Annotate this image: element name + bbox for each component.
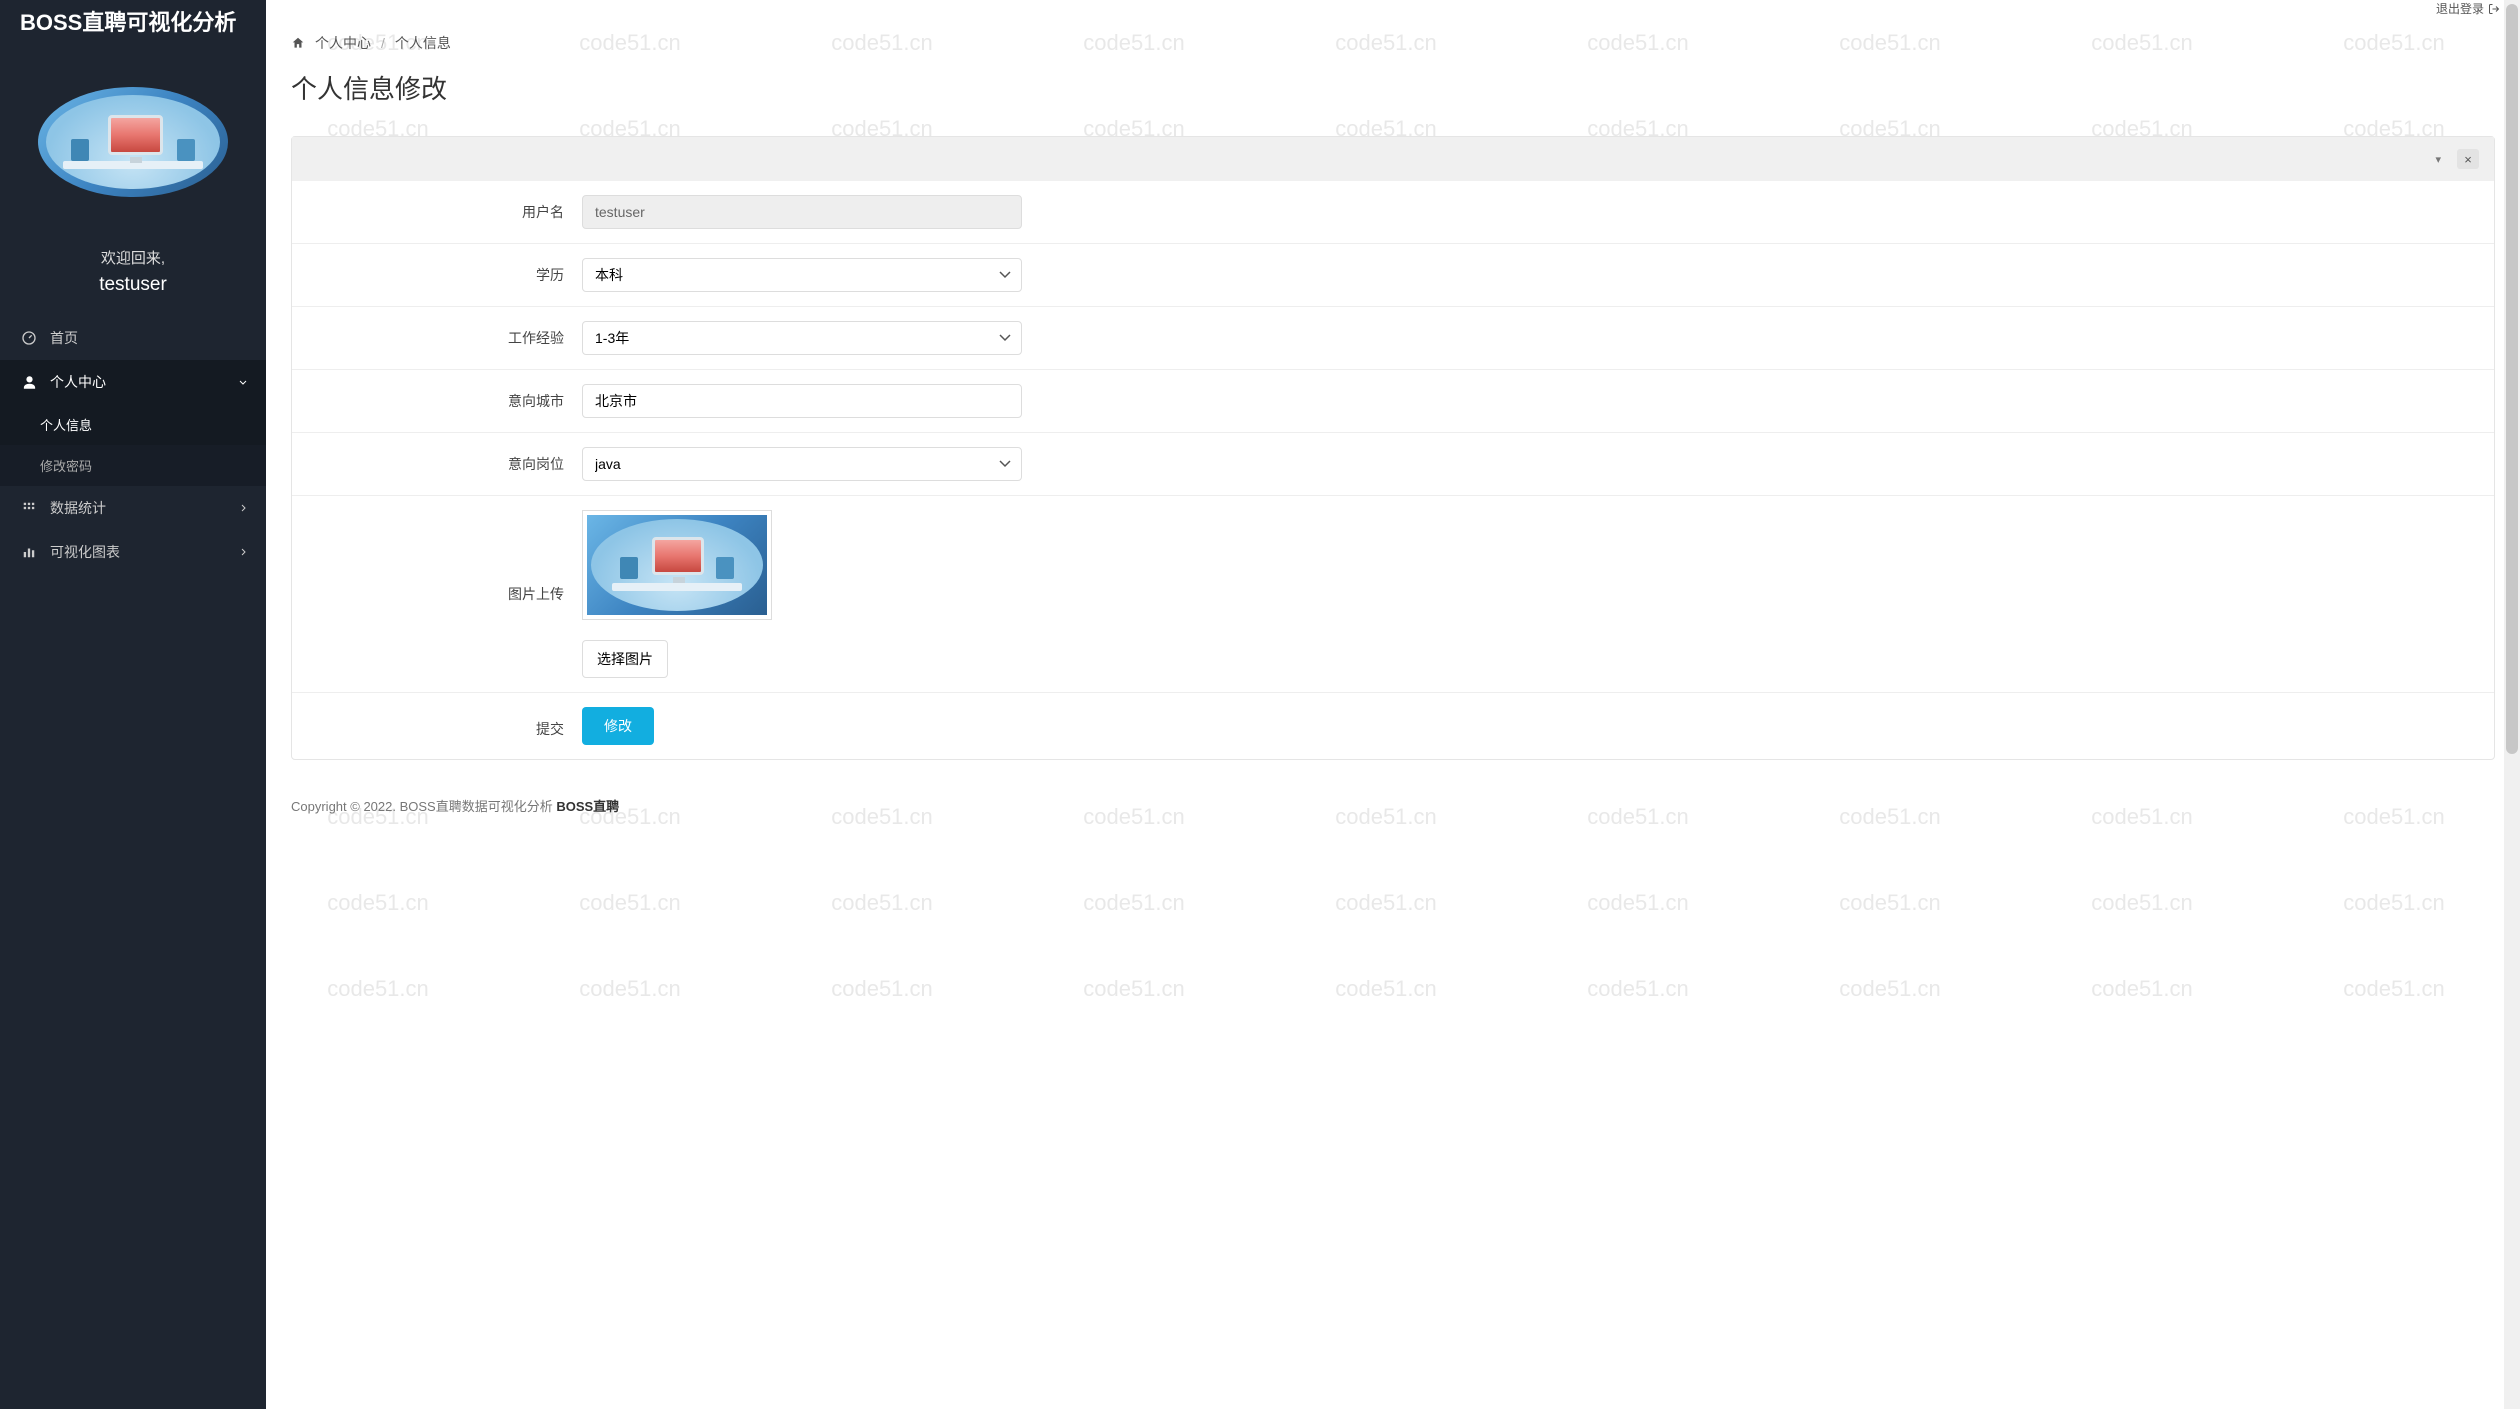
topbar: 退出登录 (266, 0, 2520, 17)
form-row-position: 意向岗位java (292, 432, 2494, 495)
main-area: 退出登录 个人中心 / 个人信息 个人信息修改 ▾ × 用户名学历本科工作经验1… (266, 0, 2520, 1409)
sidebar-sub-item-1-0[interactable]: 个人信息 (0, 404, 266, 445)
welcome-user: testuser (0, 274, 266, 296)
breadcrumb-item-1: 个人信息 (395, 33, 451, 53)
form-row-image: 图片上传选择图片 (292, 495, 2494, 692)
sidebar-item-label: 数据统计 (50, 498, 106, 518)
pick-image-button[interactable]: 选择图片 (582, 640, 668, 678)
label-username: 用户名 (312, 202, 582, 222)
form-row-education: 学历本科 (292, 243, 2494, 306)
field-image: 选择图片 (582, 510, 1022, 678)
sidebar: BOSS直聘可视化分析 欢迎回来, testuser 首页个人中心个人信息修改密… (0, 0, 266, 1409)
experience-select[interactable]: 1-3年 (582, 321, 1022, 355)
label-position: 意向岗位 (312, 454, 582, 474)
username-input (582, 195, 1022, 229)
chevron-right-icon (238, 500, 248, 516)
sidebar-item-label: 可视化图表 (50, 542, 120, 562)
image-preview-wrap (582, 510, 772, 620)
welcome-block: 欢迎回来, testuser (0, 217, 266, 316)
logout-icon (2488, 3, 2500, 15)
label-submit: 提交 (312, 713, 582, 739)
sidebar-item-label: 首页 (50, 328, 78, 348)
field-education: 本科 (582, 258, 1022, 292)
form-row-city: 意向城市 (292, 369, 2494, 432)
logo-wrap (0, 47, 266, 217)
field-city (582, 384, 1022, 418)
breadcrumb: 个人中心 / 个人信息 (266, 17, 2520, 53)
welcome-label: 欢迎回来, (0, 247, 266, 268)
page-title: 个人信息修改 (266, 53, 2520, 126)
sidebar-item-3[interactable]: 可视化图表 (0, 530, 266, 574)
sidebar-item-label: 个人中心 (50, 372, 106, 392)
label-education: 学历 (312, 265, 582, 285)
logo-image (38, 87, 228, 197)
chevron-right-icon (238, 544, 248, 560)
footer-brand: BOSS直聘 (556, 799, 619, 814)
breadcrumb-sep: / (381, 35, 385, 51)
footer: Copyright © 2022. BOSS直聘数据可视化分析 BOSS直聘 (266, 780, 2520, 845)
footer-text: Copyright © 2022. BOSS直聘数据可视化分析 (291, 799, 556, 814)
position-select[interactable]: java (582, 447, 1022, 481)
collapse-icon[interactable]: ▾ (2435, 153, 2441, 166)
logout-link[interactable]: 退出登录 (2436, 0, 2500, 17)
sidebar-sub-item-1-1[interactable]: 修改密码 (0, 445, 266, 486)
panel-header: ▾ × (292, 137, 2494, 181)
education-select[interactable]: 本科 (582, 258, 1022, 292)
form-body: 用户名学历本科工作经验1-3年意向城市意向岗位java图片上传选择图片提交修改 (292, 181, 2494, 759)
close-panel-button[interactable]: × (2457, 149, 2479, 169)
label-experience: 工作经验 (312, 328, 582, 348)
user-icon (18, 375, 40, 390)
nav-list: 首页个人中心个人信息修改密码数据统计可视化图表 (0, 316, 266, 574)
field-username (582, 195, 1022, 229)
sidebar-item-2[interactable]: 数据统计 (0, 486, 266, 530)
label-image: 图片上传 (312, 584, 582, 604)
chevron-down-icon (238, 374, 248, 390)
city-input[interactable] (582, 384, 1022, 418)
dashboard-icon (18, 330, 40, 346)
form-row-experience: 工作经验1-3年 (292, 306, 2494, 369)
home-icon (291, 36, 305, 50)
image-preview (587, 515, 767, 615)
breadcrumb-item-0[interactable]: 个人中心 (315, 33, 371, 53)
sidebar-item-1[interactable]: 个人中心 (0, 360, 266, 404)
form-row-submit: 提交修改 (292, 692, 2494, 759)
label-city: 意向城市 (312, 391, 582, 411)
scrollbar[interactable] (2504, 0, 2520, 1409)
bar-icon (18, 545, 40, 559)
form-row-username: 用户名 (292, 181, 2494, 243)
logout-label: 退出登录 (2436, 0, 2484, 17)
brand-title: BOSS直聘可视化分析 (0, 0, 266, 47)
submit-button[interactable]: 修改 (582, 707, 654, 745)
scrollbar-thumb[interactable] (2506, 4, 2518, 754)
sidebar-item-0[interactable]: 首页 (0, 316, 266, 360)
form-panel: ▾ × 用户名学历本科工作经验1-3年意向城市意向岗位java图片上传选择图片提… (291, 136, 2495, 760)
field-submit: 修改 (582, 707, 1022, 745)
field-experience: 1-3年 (582, 321, 1022, 355)
grid-icon (18, 501, 40, 515)
field-position: java (582, 447, 1022, 481)
